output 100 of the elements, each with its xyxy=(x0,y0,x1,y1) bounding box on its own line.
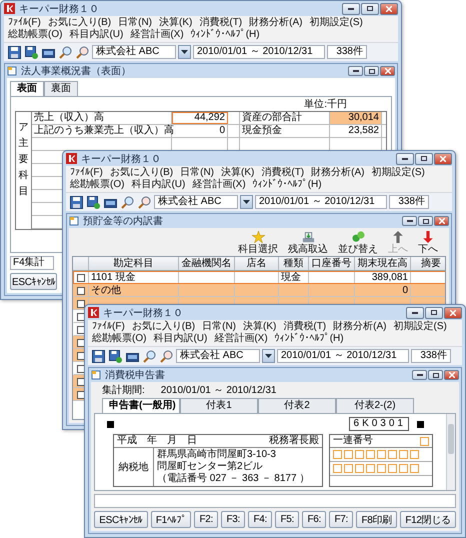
function-key-button[interactable]: ESCｷｬﾝｾﾙ xyxy=(10,273,58,290)
toolbar-button[interactable]: 残高取込 xyxy=(288,231,328,255)
function-key-button[interactable]: F3: xyxy=(221,511,246,528)
menu-item[interactable]: ﾌｧｲﾙ(F) xyxy=(92,321,125,333)
menu-item[interactable]: 消費税(T) xyxy=(199,17,242,29)
menu-item[interactable]: 科目内訳(U) xyxy=(69,29,124,41)
tab[interactable]: 付表2-(2) xyxy=(336,398,414,414)
save-icon[interactable] xyxy=(69,194,84,210)
menu-item[interactable]: 経営計画(X) xyxy=(130,29,184,41)
function-key-button[interactable]: F12閉じる xyxy=(400,511,456,528)
close-button[interactable] xyxy=(434,216,449,226)
zoom-in-icon[interactable] xyxy=(120,194,135,210)
function-key-button[interactable]: F5: xyxy=(275,511,300,528)
company-select[interactable]: 株式会社 ABC xyxy=(92,45,176,59)
dropdown-button[interactable] xyxy=(178,45,191,59)
disk-plus-icon[interactable] xyxy=(108,348,123,364)
checkbox[interactable] xyxy=(77,274,85,282)
close-button[interactable] xyxy=(444,370,459,380)
minimize-button[interactable] xyxy=(406,306,424,318)
column-header[interactable]: 勘定科目 xyxy=(89,257,179,270)
menu-item[interactable]: 日常(N) xyxy=(118,17,152,29)
menu-item[interactable]: 消費税(T) xyxy=(283,321,326,333)
close-button[interactable] xyxy=(434,152,452,164)
zoom-out-icon[interactable] xyxy=(159,348,174,364)
period-field[interactable]: 2010/01/01 ～ 2010/12/31 xyxy=(193,45,325,59)
function-key-button[interactable]: ESCｷｬﾝｾﾙ xyxy=(94,511,148,528)
save-icon[interactable] xyxy=(7,44,22,60)
disk-plus-icon[interactable] xyxy=(86,194,101,210)
minimize-button[interactable] xyxy=(348,66,363,76)
period-field[interactable]: 2010/01/01 ～ 2010/12/31 xyxy=(255,195,387,209)
tab[interactable]: 付表2 xyxy=(258,398,336,414)
zoom-out-icon[interactable] xyxy=(75,44,90,60)
toolbar-button[interactable]: 下へ xyxy=(418,231,438,255)
maximize-button[interactable] xyxy=(428,370,443,380)
function-key-button[interactable]: F7: xyxy=(329,511,354,528)
minimize-button[interactable] xyxy=(412,370,427,380)
dropdown-button[interactable] xyxy=(262,349,275,363)
menu-item[interactable]: 決算(K) xyxy=(243,321,276,333)
menu-item[interactable]: 総勘帳票(O) xyxy=(8,29,62,41)
menu-item[interactable]: ｳｨﾝﾄﾞｳ･ﾍﾙﾌﾟ(H) xyxy=(274,333,344,345)
company-select[interactable]: 株式会社 ABC xyxy=(176,349,260,363)
company-select[interactable]: 株式会社 ABC xyxy=(154,195,238,209)
period-field[interactable]: 2010/01/01 ～ 2010/12/31 xyxy=(277,349,409,363)
tab[interactable]: 裏面 xyxy=(44,81,78,97)
checkbox[interactable] xyxy=(77,300,85,308)
minimize-button[interactable] xyxy=(396,152,414,164)
menu-item[interactable]: お気に入り(B) xyxy=(132,321,196,333)
zoom-in-icon[interactable] xyxy=(58,44,73,60)
tab[interactable]: 表面 xyxy=(10,81,44,97)
column-header[interactable]: 金融機関名 xyxy=(179,257,235,270)
function-key-button[interactable]: F4: xyxy=(248,511,272,528)
zoom-in-icon[interactable] xyxy=(142,348,157,364)
tab[interactable]: 申告書(一般用) xyxy=(102,398,180,414)
toolbar-button[interactable]: 並び替え xyxy=(338,231,378,255)
menu-item[interactable]: お気に入り(B) xyxy=(48,17,112,29)
menu-item[interactable]: ﾌｧｲﾙ(F) xyxy=(8,17,41,29)
maximize-button[interactable] xyxy=(361,2,379,14)
menu-item[interactable]: 日常(N) xyxy=(180,167,214,179)
menu-item[interactable]: お気に入り(B) xyxy=(110,167,174,179)
menu-item[interactable]: 決算(K) xyxy=(221,167,254,179)
column-header[interactable]: 店名 xyxy=(235,257,279,270)
table-cell[interactable]: 44,292 xyxy=(172,112,228,124)
menu-item[interactable]: 経営計画(X) xyxy=(192,179,246,191)
maximize-button[interactable] xyxy=(425,306,443,318)
table-cell[interactable]: 23,582 xyxy=(330,125,382,137)
table-cell[interactable]: 30,014 xyxy=(330,112,382,124)
function-key-button[interactable]: F1ﾍﾙﾌﾟ xyxy=(150,511,192,528)
menu-item[interactable]: 初期設定(S) xyxy=(393,321,447,333)
scrollbar[interactable] xyxy=(446,414,455,490)
minimize-button[interactable] xyxy=(402,216,417,226)
save-icon[interactable] xyxy=(91,348,106,364)
maximize-button[interactable] xyxy=(418,216,433,226)
minimize-button[interactable] xyxy=(342,2,360,14)
menu-item[interactable]: 日常(N) xyxy=(202,321,236,333)
maximize-button[interactable] xyxy=(364,66,379,76)
column-header[interactable]: 種類 xyxy=(279,257,309,270)
column-header[interactable]: 期末現在高 xyxy=(355,257,411,270)
close-button[interactable] xyxy=(380,66,395,76)
menu-item[interactable]: ｳｨﾝﾄﾞｳ･ﾍﾙﾌﾟ(H) xyxy=(190,29,260,41)
function-key-button[interactable]: F6: xyxy=(302,511,326,528)
zoom-out-icon[interactable] xyxy=(137,194,152,210)
menu-item[interactable]: 消費税(T) xyxy=(261,167,304,179)
menu-item[interactable]: 財務分析(A) xyxy=(311,167,364,179)
menu-item[interactable]: ｳｨﾝﾄﾞｳ･ﾍﾙﾌﾟ(H) xyxy=(252,179,322,191)
column-header[interactable]: 口座番号 xyxy=(309,257,355,270)
menu-item[interactable]: 総勘帳票(O) xyxy=(92,333,146,345)
menu-item[interactable]: 初期設定(S) xyxy=(371,167,425,179)
menu-item[interactable]: 経営計画(X) xyxy=(214,333,268,345)
maximize-button[interactable] xyxy=(415,152,433,164)
checkbox[interactable] xyxy=(77,286,85,294)
table-cell[interactable]: 0 xyxy=(172,125,228,137)
close-button[interactable] xyxy=(380,2,398,14)
dropdown-button[interactable] xyxy=(240,195,253,209)
tab[interactable]: 付表1 xyxy=(180,398,258,414)
function-key-button[interactable]: F8印刷 xyxy=(356,511,398,528)
menu-item[interactable]: 科目内訳(U) xyxy=(131,179,186,191)
toolbar-button[interactable]: 科目選択 xyxy=(238,231,278,255)
close-button[interactable] xyxy=(444,306,462,318)
menu-item[interactable]: ﾌｧｲﾙ(F) xyxy=(70,167,103,179)
disk-plus-icon[interactable] xyxy=(24,44,39,60)
